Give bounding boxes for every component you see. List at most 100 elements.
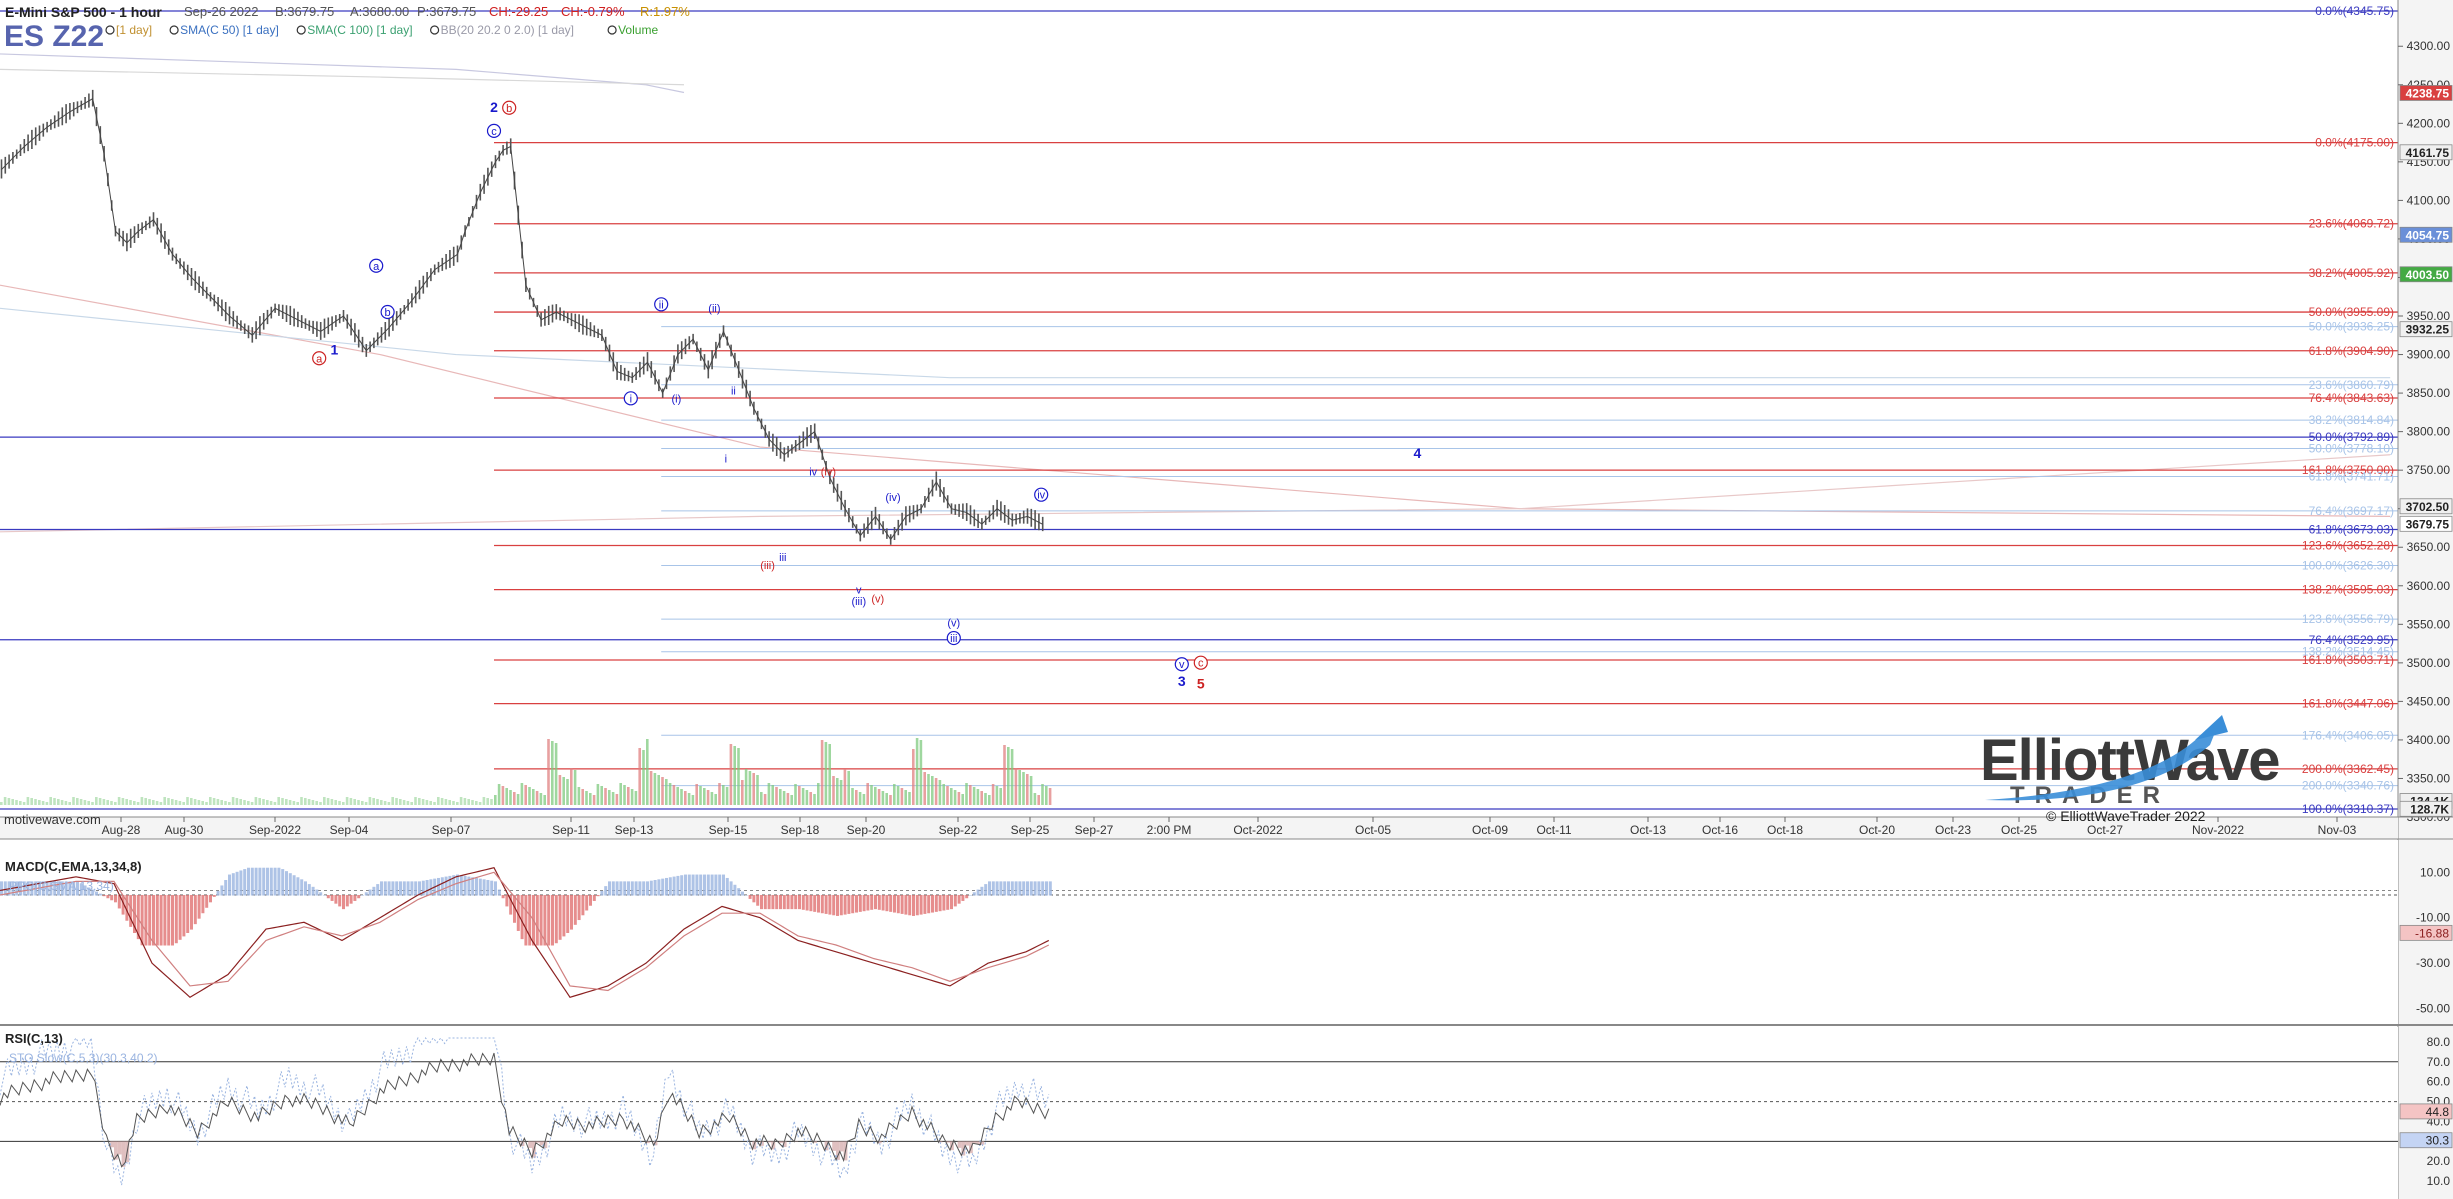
volume-bar [1014, 768, 1018, 805]
volume-bar [984, 793, 987, 805]
volume-bar [250, 802, 254, 805]
macd-histogram-bar [554, 895, 558, 944]
volume-bar [421, 799, 425, 805]
volume-bar [300, 797, 303, 805]
macd-histogram-bar [767, 895, 771, 910]
header-bid: B:3679.75 [275, 4, 334, 19]
rsi-oversold-fill [117, 1141, 122, 1155]
macd-histogram-bar [520, 895, 524, 940]
volume-bar [102, 799, 106, 805]
volume-bar [855, 790, 858, 805]
volume-bar [543, 795, 546, 805]
macd-histogram-bar [159, 895, 163, 946]
volume-bar [980, 791, 983, 805]
macd-histogram-bar [969, 895, 972, 896]
volume-bar [893, 784, 896, 805]
macd-histogram-bar [965, 895, 969, 899]
study-legend-item: SMA(C 50) [1 day] [180, 23, 279, 37]
macd-histogram-bar [904, 895, 908, 915]
volume-bar [330, 799, 334, 805]
macd-histogram-bar [919, 895, 923, 915]
macd-histogram-bar [957, 895, 961, 904]
time-tick-label: Nov-03 [2318, 823, 2357, 837]
volume-bar [197, 800, 201, 805]
macd-histogram-bar [209, 895, 212, 903]
volume-bar [896, 786, 900, 805]
volume-bar [212, 798, 216, 805]
volume-bar [562, 777, 565, 805]
volume-bar [794, 784, 797, 805]
volume-bar [889, 795, 892, 805]
macd-histogram-bar [988, 881, 991, 896]
volume-bar [953, 790, 957, 805]
macd-histogram-bar [634, 881, 638, 896]
macd-histogram-bar [744, 895, 748, 896]
macd-histogram-bar [319, 892, 323, 896]
volume-bar [129, 800, 132, 805]
volume-bar [383, 801, 387, 805]
macd-histogram-bar [893, 895, 896, 913]
volume-bar [729, 744, 733, 805]
macd-histogram-bar [292, 875, 296, 896]
time-tick-label: Sep-27 [1075, 823, 1114, 837]
volume-bar [205, 802, 208, 805]
price-tick-label: 3950.00 [2407, 309, 2451, 323]
volume-bar [3, 797, 7, 805]
rsi-last-value: 44.8 [2426, 1105, 2450, 1119]
volume-bar [387, 802, 391, 805]
time-tick-label: Oct-05 [1355, 823, 1391, 837]
macd-histogram-bar [243, 869, 247, 896]
macd-histogram-bar [646, 881, 649, 896]
macd-histogram-bar [372, 886, 376, 896]
macd-histogram-bar [649, 880, 653, 896]
volume-bar [345, 797, 349, 805]
macd-histogram-bar [820, 895, 824, 914]
fib-level-label: 61.8%(3904.90) [2309, 344, 2394, 358]
volume-bar [684, 791, 687, 805]
macd-tick-label: -10.00 [2416, 911, 2450, 925]
macd-histogram-bar [247, 867, 250, 896]
volume-bar [216, 799, 220, 805]
price-tag-label: 4054.75 [2406, 228, 2450, 242]
macd-histogram-bar [406, 881, 410, 896]
volume-bar [425, 800, 429, 805]
volume-bar [323, 797, 326, 805]
volume-bar [733, 746, 736, 805]
macd-histogram-bar [425, 880, 429, 896]
rsi-oversold-fill [839, 1141, 844, 1152]
volume-bar [342, 802, 345, 805]
volume-bar [281, 798, 284, 805]
volume-bar [209, 797, 212, 805]
price-panel: 0.0%(4345.75) 0.0%(4175.00) 23.6%(4069.72)… [0, 0, 2398, 817]
macd-histogram-bar [931, 895, 934, 913]
macd-histogram-bar [710, 874, 714, 896]
macd-histogram-bar [345, 895, 349, 907]
macd-histogram-bar [140, 895, 144, 946]
volume-bar [680, 789, 683, 805]
volume-bar [1018, 770, 1021, 805]
volume-bar [224, 801, 227, 805]
sto-legend: STO Slow(C,5,3)(30.3,40.2) [9, 1051, 158, 1065]
macd-histogram-bar [330, 895, 334, 901]
macd-histogram-bar [786, 895, 790, 910]
study-legend-item: Volume [618, 23, 658, 37]
macd-histogram-bar [182, 895, 186, 937]
study-legend-item: SMA(C 100) [1 day] [307, 23, 412, 37]
volume-bar [843, 769, 847, 805]
volume-bar [653, 773, 657, 805]
volume-bar [513, 792, 516, 805]
volume-bar [174, 800, 178, 805]
volume-bar [634, 791, 638, 805]
volume-bar [228, 802, 231, 805]
macd-histogram-bar [414, 881, 418, 896]
wave-label: c [1198, 658, 1204, 670]
volume-bar [551, 741, 554, 805]
volume-bar [703, 788, 706, 805]
macd-histogram-bar [547, 895, 551, 946]
volume-bar [779, 789, 782, 805]
volume-bar [418, 798, 421, 805]
macd-histogram-bar [357, 895, 361, 899]
time-tick-label: Sep-20 [847, 823, 886, 837]
time-tick-label: Sep-07 [432, 823, 471, 837]
macd-histogram-bar [155, 895, 159, 946]
